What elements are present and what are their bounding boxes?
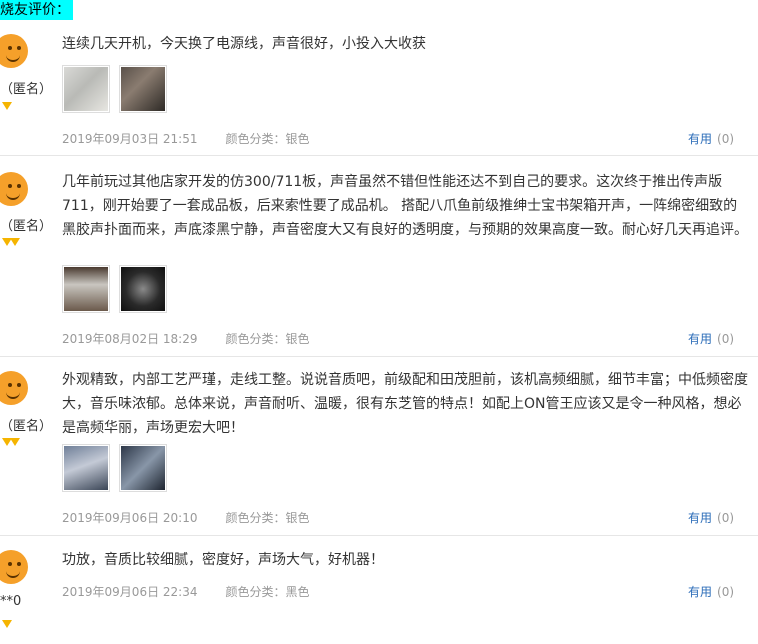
useful-vote: 有用 (0) <box>688 509 734 526</box>
avatar[interactable] <box>0 172 28 206</box>
useful-vote: 有用 (0) <box>688 330 734 347</box>
user-name: （匿名） <box>0 82 53 97</box>
avatar[interactable] <box>0 34 28 68</box>
review-date: 2019年09月06日 20:10 <box>62 511 198 525</box>
review-photos <box>62 265 167 313</box>
useful-button[interactable]: 有用 <box>688 132 712 146</box>
vip-level-icon <box>10 438 20 446</box>
review-date: 2019年09月03日 21:51 <box>62 132 198 146</box>
review-photo[interactable] <box>119 265 167 313</box>
divider <box>0 155 758 156</box>
review-content: 连续几天开机，今天换了电源线，声音很好，小投入大收获 <box>62 36 426 52</box>
review-photo[interactable] <box>62 65 110 113</box>
review-photo[interactable] <box>119 444 167 492</box>
useful-button[interactable]: 有用 <box>688 511 712 525</box>
review-content: 功放，音质比较细腻，密度好，声场大气，好机器！ <box>62 552 384 568</box>
review-meta: 2019年09月06日 22:34 颜色分类：黑色 <box>62 583 310 600</box>
review-meta: 2019年09月03日 21:51 颜色分类：银色 <box>62 130 310 147</box>
useful-count: (0) <box>717 511 735 525</box>
avatar[interactable] <box>0 371 28 405</box>
review-content: 外观精致，内部工艺严瑾，走线工整。说说音质吧，前级配和田茂胆前，该机高频细腻，细… <box>62 372 748 436</box>
review-photo[interactable] <box>119 65 167 113</box>
user-name: **0 <box>0 594 22 609</box>
vip-level-icon <box>2 102 12 110</box>
useful-count: (0) <box>717 132 735 146</box>
avatar[interactable] <box>0 550 28 584</box>
divider <box>0 535 758 536</box>
review-photo[interactable] <box>62 444 110 492</box>
review-photo[interactable] <box>62 265 110 313</box>
useful-count: (0) <box>717 585 735 599</box>
review-date: 2019年08月02日 18:29 <box>62 332 198 346</box>
sku-info: 颜色分类：银色 <box>225 132 310 146</box>
sku-info: 颜色分类：银色 <box>225 511 310 525</box>
useful-vote: 有用 (0) <box>688 130 734 147</box>
section-title: 烧友评价： <box>0 0 73 20</box>
review-photos <box>62 65 167 113</box>
review-meta: 2019年08月02日 18:29 颜色分类：银色 <box>62 330 310 347</box>
sku-info: 颜色分类：银色 <box>225 332 310 346</box>
review-meta: 2019年09月06日 20:10 颜色分类：银色 <box>62 509 310 526</box>
review-photos <box>62 444 167 492</box>
useful-button[interactable]: 有用 <box>688 332 712 346</box>
user-name: （匿名） <box>0 219 53 234</box>
useful-button[interactable]: 有用 <box>688 585 712 599</box>
useful-vote: 有用 (0) <box>688 583 734 600</box>
useful-count: (0) <box>717 332 735 346</box>
sku-info: 颜色分类：黑色 <box>225 585 310 599</box>
divider <box>0 356 758 357</box>
user-name: （匿名） <box>0 419 53 434</box>
vip-level-icon <box>10 238 20 246</box>
vip-level-icon <box>2 620 12 628</box>
review-content: 几年前玩过其他店家开发的仿300/711板，声音虽然不错但性能还达不到自己的要求… <box>62 174 748 238</box>
review-date: 2019年09月06日 22:34 <box>62 585 198 599</box>
